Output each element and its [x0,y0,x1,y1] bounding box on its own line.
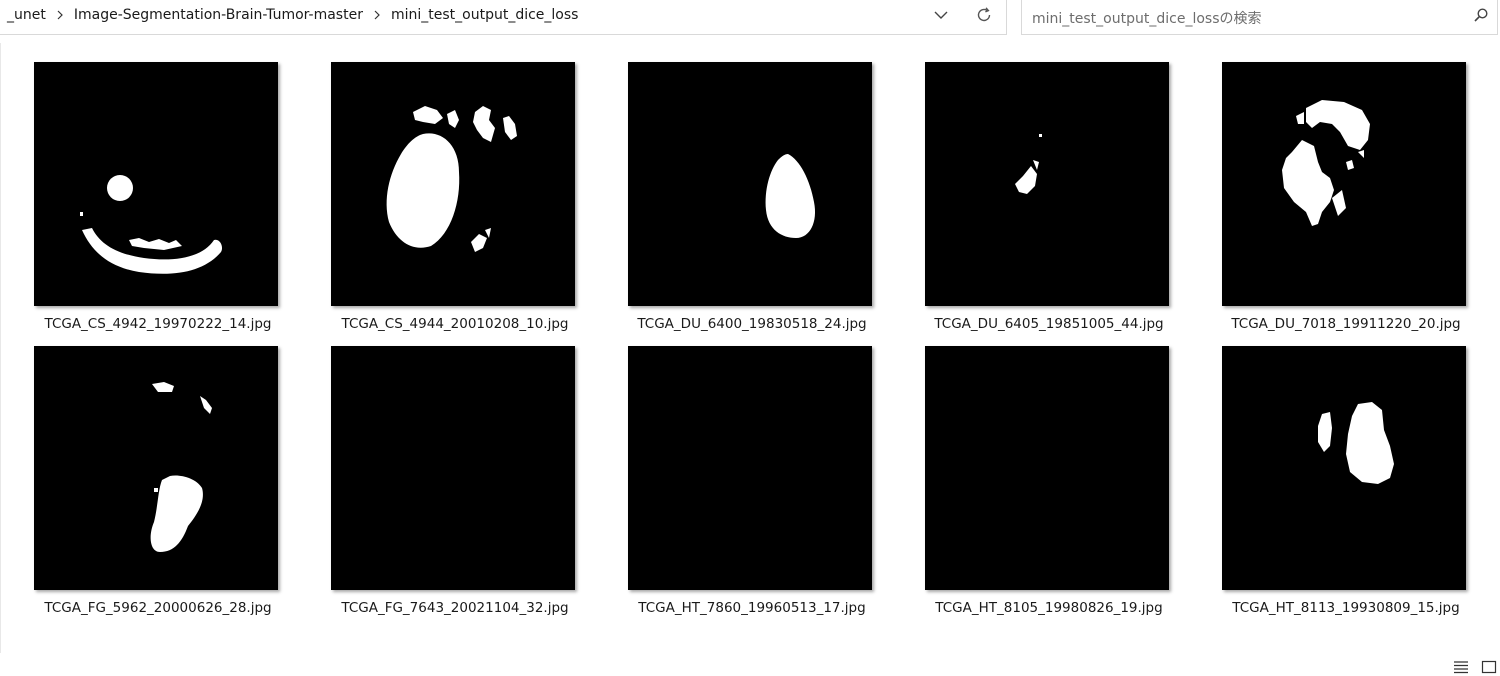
file-name[interactable]: TCGA_DU_6400_19830518_24.jpg [616,316,888,332]
address-bar[interactable]: _unet Image-Segmentation-Brain-Tumor-mas… [0,0,1007,35]
image-thumbnail[interactable] [628,62,872,306]
file-item[interactable]: TCGA_HT_8113_19930809_15.jpg [1210,346,1468,630]
chevron-right-icon[interactable] [370,8,384,22]
file-name[interactable]: TCGA_DU_6405_19851005_44.jpg [913,316,1185,332]
breadcrumb: _unet Image-Segmentation-Brain-Tumor-mas… [0,0,584,32]
file-name[interactable]: TCGA_FG_5962_20000626_28.jpg [22,600,294,616]
file-item[interactable]: TCGA_HT_7860_19960513_17.jpg [616,346,874,630]
file-grid: TCGA_CS_4942_19970222_14.jpg TCGA_CS_494… [0,36,1500,654]
breadcrumb-item-project[interactable]: Image-Segmentation-Brain-Tumor-master [68,5,369,25]
refresh-icon[interactable] [966,1,1002,29]
chevron-right-icon[interactable] [53,8,67,22]
file-item[interactable]: TCGA_DU_6405_19851005_44.jpg [913,62,1171,346]
search-placeholder: mini_test_output_dice_lossの検索 [1032,11,1262,27]
file-name[interactable]: TCGA_HT_8113_19930809_15.jpg [1210,600,1482,616]
file-item[interactable]: TCGA_DU_6400_19830518_24.jpg [616,62,874,346]
file-item[interactable]: TCGA_CS_4944_20010208_10.jpg [319,62,577,346]
file-name[interactable]: TCGA_CS_4944_20010208_10.jpg [319,316,591,332]
image-thumbnail[interactable] [628,346,872,590]
file-name[interactable]: TCGA_DU_7018_19911220_20.jpg [1210,316,1482,332]
image-thumbnail[interactable] [331,346,575,590]
image-thumbnail[interactable] [34,346,278,590]
file-item[interactable]: TCGA_HT_8105_19980826_19.jpg [913,346,1171,630]
file-item[interactable]: TCGA_FG_7643_20021104_32.jpg [319,346,577,630]
large-icons-view-icon[interactable] [1480,658,1498,676]
file-name[interactable]: TCGA_CS_4942_19970222_14.jpg [22,316,294,332]
image-thumbnail[interactable] [1222,346,1466,590]
file-name[interactable]: TCGA_FG_7643_20021104_32.jpg [319,600,591,616]
image-thumbnail[interactable] [34,62,278,306]
file-item[interactable]: TCGA_FG_5962_20000626_28.jpg [22,346,280,630]
chevron-down-icon[interactable] [926,1,956,29]
breadcrumb-item-current-folder[interactable]: mini_test_output_dice_loss [385,5,584,25]
breadcrumb-item-unet[interactable]: _unet [1,5,52,25]
file-item[interactable]: TCGA_CS_4942_19970222_14.jpg [22,62,280,346]
image-thumbnail[interactable] [925,346,1169,590]
file-name[interactable]: TCGA_HT_8105_19980826_19.jpg [913,600,1185,616]
image-thumbnail[interactable] [1222,62,1466,306]
details-view-icon[interactable] [1452,658,1470,676]
file-name[interactable]: TCGA_HT_7860_19960513_17.jpg [616,600,888,616]
image-thumbnail[interactable] [925,62,1169,306]
file-item[interactable]: TCGA_DU_7018_19911220_20.jpg [1210,62,1468,346]
search-input[interactable]: mini_test_output_dice_lossの検索 [1021,0,1498,35]
search-icon[interactable] [1473,7,1489,23]
image-thumbnail[interactable] [331,62,575,306]
